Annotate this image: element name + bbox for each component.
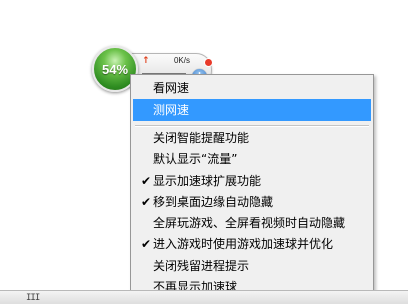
menu-item-label: 看网速 bbox=[153, 81, 190, 95]
check-icon: ✔ bbox=[140, 237, 152, 251]
upload-speed: 0K/s bbox=[173, 56, 190, 65]
notification-dot bbox=[204, 58, 213, 67]
menu-item-default-show-traffic[interactable]: 默认显示“流量” bbox=[133, 148, 371, 170]
check-icon: ✔ bbox=[140, 174, 152, 188]
menu-item-game-accelerator[interactable]: ✔ 进入游戏时使用游戏加速球并优化 bbox=[133, 233, 371, 255]
resize-grip-icon[interactable]: III bbox=[26, 293, 40, 303]
menu-item-label: 进入游戏时使用游戏加速球并优化 bbox=[153, 237, 334, 251]
menu-item-label: 关闭残留进程提示 bbox=[153, 259, 250, 273]
memory-percent: 54% bbox=[101, 61, 129, 77]
upload-arrow-icon: ↑ bbox=[142, 56, 150, 66]
menu-item-fullscreen-hide[interactable]: 全屏玩游戏、全屏看视频时自动隐藏 bbox=[133, 212, 371, 234]
check-icon: ✔ bbox=[140, 195, 152, 209]
menu-item-test-speed[interactable]: 测网速 bbox=[133, 99, 371, 121]
menu-item-label: 显示加速球扩展功能 bbox=[153, 174, 262, 188]
menu-item-label: 移到桌面边缘自动隐藏 bbox=[153, 195, 274, 209]
menu-item-close-residual-prompt[interactable]: 关闭残留进程提示 bbox=[133, 255, 371, 277]
menu-item-auto-hide-edge[interactable]: ✔ 移到桌面边缘自动隐藏 bbox=[133, 191, 371, 213]
menu-item-disable-smart-reminder[interactable]: 关闭智能提醒功能 bbox=[133, 127, 371, 149]
menu-item-label: 默认显示“流量” bbox=[153, 152, 238, 166]
bottom-bar: III bbox=[0, 290, 408, 304]
menu-item-view-speed[interactable]: 看网速 bbox=[133, 77, 371, 99]
menu-item-show-extensions[interactable]: ✔ 显示加速球扩展功能 bbox=[133, 170, 371, 192]
menu-item-label: 测网速 bbox=[153, 103, 190, 117]
menu-item-label: 全屏玩游戏、全屏看视频时自动隐藏 bbox=[153, 216, 346, 230]
context-menu: 看网速 测网速 关闭智能提醒功能 默认显示“流量” ✔ 显示加速球扩展功能 ✔ … bbox=[130, 74, 374, 304]
menu-item-label: 关闭智能提醒功能 bbox=[153, 131, 250, 145]
